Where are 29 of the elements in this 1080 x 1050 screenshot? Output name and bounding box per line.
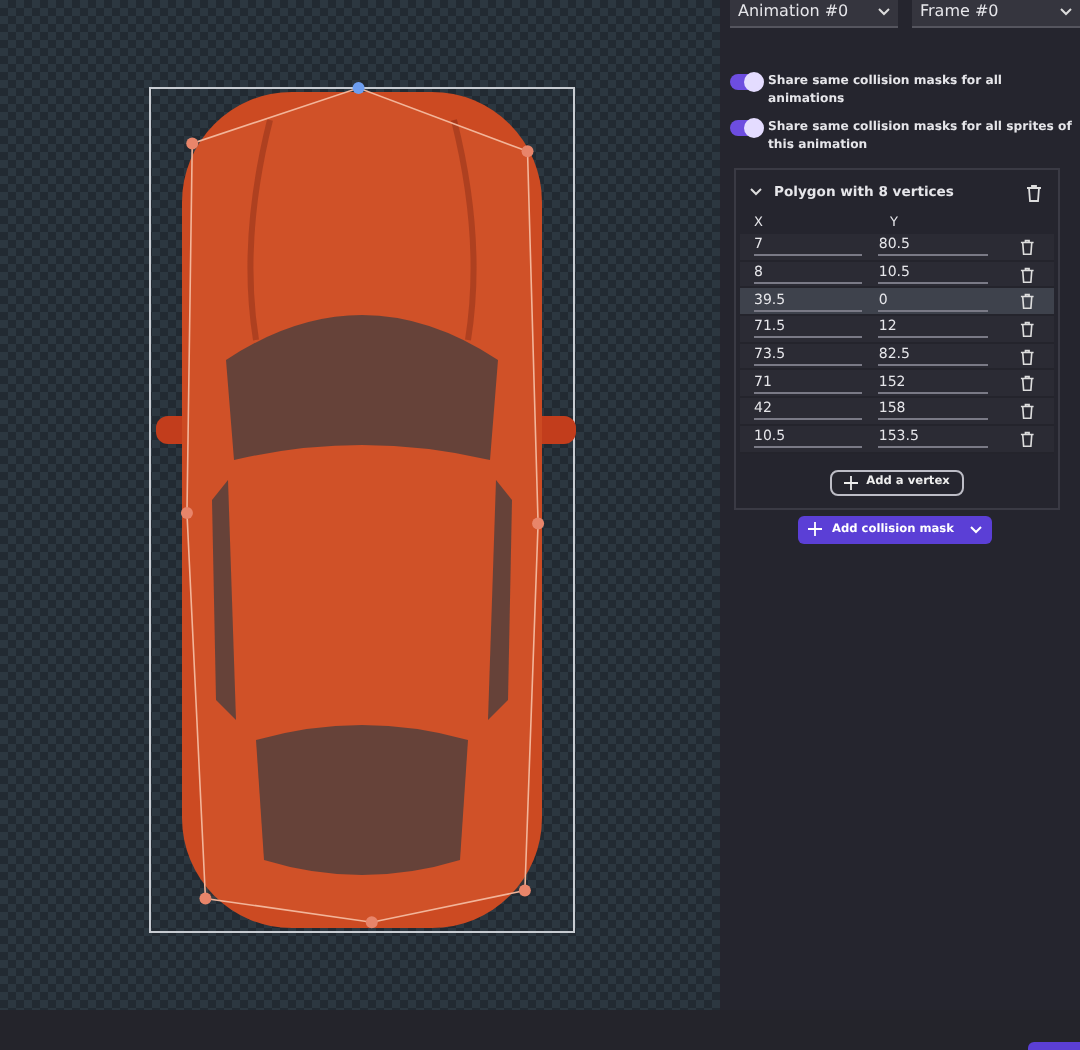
trash-icon[interactable] [1019, 319, 1034, 338]
chevron-down-icon [1060, 7, 1072, 15]
plus-icon [807, 522, 822, 536]
dropdown[interactable]: Animation #0 [730, 0, 898, 28]
toggle-switch[interactable] [730, 74, 762, 90]
trash-icon[interactable] [1026, 183, 1042, 201]
trash-icon[interactable] [1019, 237, 1034, 256]
toggle-switch[interactable] [730, 120, 762, 136]
vertex-handle[interactable] [532, 517, 545, 530]
vertex-handle[interactable] [365, 916, 378, 929]
vertex-handle[interactable] [180, 507, 193, 520]
trash-icon[interactable] [1019, 429, 1034, 448]
chevron-down-icon [970, 525, 982, 533]
plus-icon [844, 475, 859, 489]
trash-icon[interactable] [1019, 401, 1034, 420]
vertex-handle[interactable] [186, 137, 199, 150]
trash-icon[interactable] [1019, 374, 1034, 393]
trash-icon[interactable] [1019, 347, 1034, 366]
vertex-handle[interactable] [518, 884, 531, 897]
vertex-handle[interactable] [521, 145, 534, 158]
trash-icon[interactable] [1019, 265, 1034, 284]
dropdown[interactable]: Frame #0 [912, 0, 1080, 28]
trash-icon[interactable] [1019, 292, 1034, 311]
chevron-down-icon[interactable] [750, 188, 762, 196]
sprite-canvas[interactable] [0, 0, 720, 1010]
chevron-down-icon [878, 7, 890, 15]
vertex-handle[interactable] [352, 82, 365, 94]
collision-polygon[interactable] [186, 87, 539, 924]
vertex-handle[interactable] [199, 892, 212, 905]
